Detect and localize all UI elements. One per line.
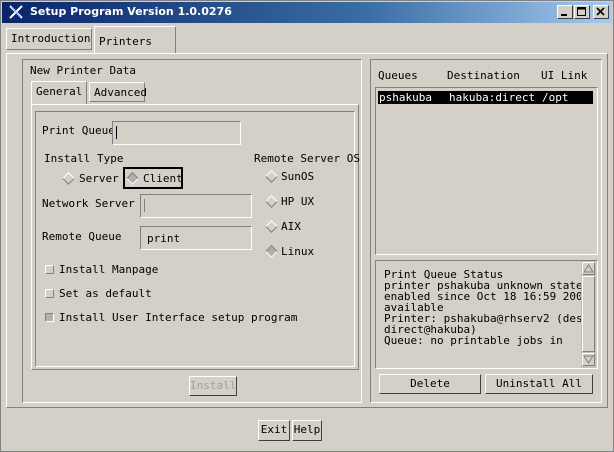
status-line: Queue: no printable jobs in — [384, 334, 563, 347]
scroll-down-button[interactable] — [582, 353, 595, 366]
remote-queue-input[interactable]: print — [140, 226, 252, 250]
subtab-general-label: General — [36, 85, 83, 98]
install-type-server-label[interactable]: Server — [79, 172, 119, 185]
close-icon — [596, 7, 605, 16]
text-caret-icon — [144, 199, 145, 212]
install-type-label: Install Type — [44, 152, 124, 165]
maximize-button[interactable] — [574, 5, 590, 19]
title-bar[interactable]: Setup Program Version 1.0.0276 — [2, 2, 612, 23]
exit-button[interactable]: Exit — [258, 420, 290, 441]
install-button[interactable]: Install — [189, 376, 237, 396]
scroll-down-icon — [583, 355, 594, 364]
install-ui-checkbox[interactable] — [45, 313, 54, 322]
install-manpage-label[interactable]: Install Manpage — [59, 263, 158, 276]
uninstall-all-button[interactable]: Uninstall All — [485, 374, 593, 394]
remote-queue-label: Remote Queue — [42, 230, 122, 243]
ui-link-column-header: UI Link — [541, 69, 588, 82]
minimize-icon — [561, 14, 567, 16]
network-server-label: Network Server — [42, 197, 135, 210]
network-server-input[interactable] — [140, 194, 252, 218]
install-ui-label[interactable]: Install User Interface setup program — [59, 311, 297, 324]
queue-status-area[interactable]: Print Queue Status printer pshakuba unkn… — [375, 260, 598, 369]
os-linux-label[interactable]: Linux — [281, 245, 314, 258]
help-button-label: Help — [293, 423, 321, 436]
print-queue-label: Print Queue — [42, 124, 115, 137]
text-caret-icon — [116, 126, 117, 139]
delete-button-label: Delete — [410, 377, 450, 390]
remote-queue-value: print — [147, 232, 181, 245]
set-default-label[interactable]: Set as default — [59, 287, 152, 300]
queue-row[interactable]: pshakuba hakuba:direct /opt — [378, 91, 593, 104]
set-default-checkbox[interactable] — [45, 289, 54, 298]
minimize-button[interactable] — [557, 5, 573, 19]
exit-button-label: Exit — [260, 423, 288, 436]
os-hpux-label[interactable]: HP UX — [281, 195, 314, 208]
x-logo-icon — [9, 5, 23, 19]
subtab-advanced-label: Advanced — [94, 86, 147, 99]
window-title: Setup Program Version 1.0.0276 — [30, 5, 232, 18]
help-button[interactable]: Help — [292, 420, 322, 441]
ui-link-cell: /opt — [542, 91, 569, 104]
tab-introduction[interactable]: Introduction — [6, 28, 92, 50]
new-printer-group-title: New Printer Data — [30, 64, 136, 77]
scroll-up-button[interactable] — [582, 262, 595, 275]
destination-column-header: Destination — [447, 69, 520, 82]
delete-button[interactable]: Delete — [379, 374, 481, 394]
uninstall-all-button-label: Uninstall All — [495, 377, 583, 390]
os-aix-label[interactable]: AIX — [281, 220, 301, 233]
print-queue-input[interactable] — [112, 121, 241, 145]
install-type-client-label[interactable]: Client — [143, 172, 183, 185]
tab-printers[interactable]: Printers — [94, 26, 176, 54]
queues-list[interactable]: pshakuba hakuba:direct /opt — [375, 87, 598, 255]
queues-column-header: Queues — [378, 69, 418, 82]
install-manpage-checkbox[interactable] — [45, 265, 54, 274]
os-sunos-label[interactable]: SunOS — [281, 170, 314, 183]
tab-introduction-label: Introduction — [11, 32, 91, 45]
scroll-thumb[interactable] — [582, 276, 595, 352]
close-button[interactable] — [593, 5, 609, 19]
subtab-general[interactable]: General — [31, 81, 87, 105]
scroll-up-icon — [583, 264, 594, 273]
tab-printers-label: Printers — [99, 35, 152, 48]
remote-os-label: Remote Server OS — [254, 152, 360, 165]
subtab-advanced[interactable]: Advanced — [89, 82, 147, 102]
setup-window: Setup Program Version 1.0.0276 Introduct… — [0, 0, 614, 452]
install-button-label: Install — [190, 379, 237, 392]
queue-cell: pshakuba — [379, 91, 432, 104]
destination-cell: hakuba:direct — [449, 91, 536, 104]
maximize-icon — [577, 7, 586, 16]
